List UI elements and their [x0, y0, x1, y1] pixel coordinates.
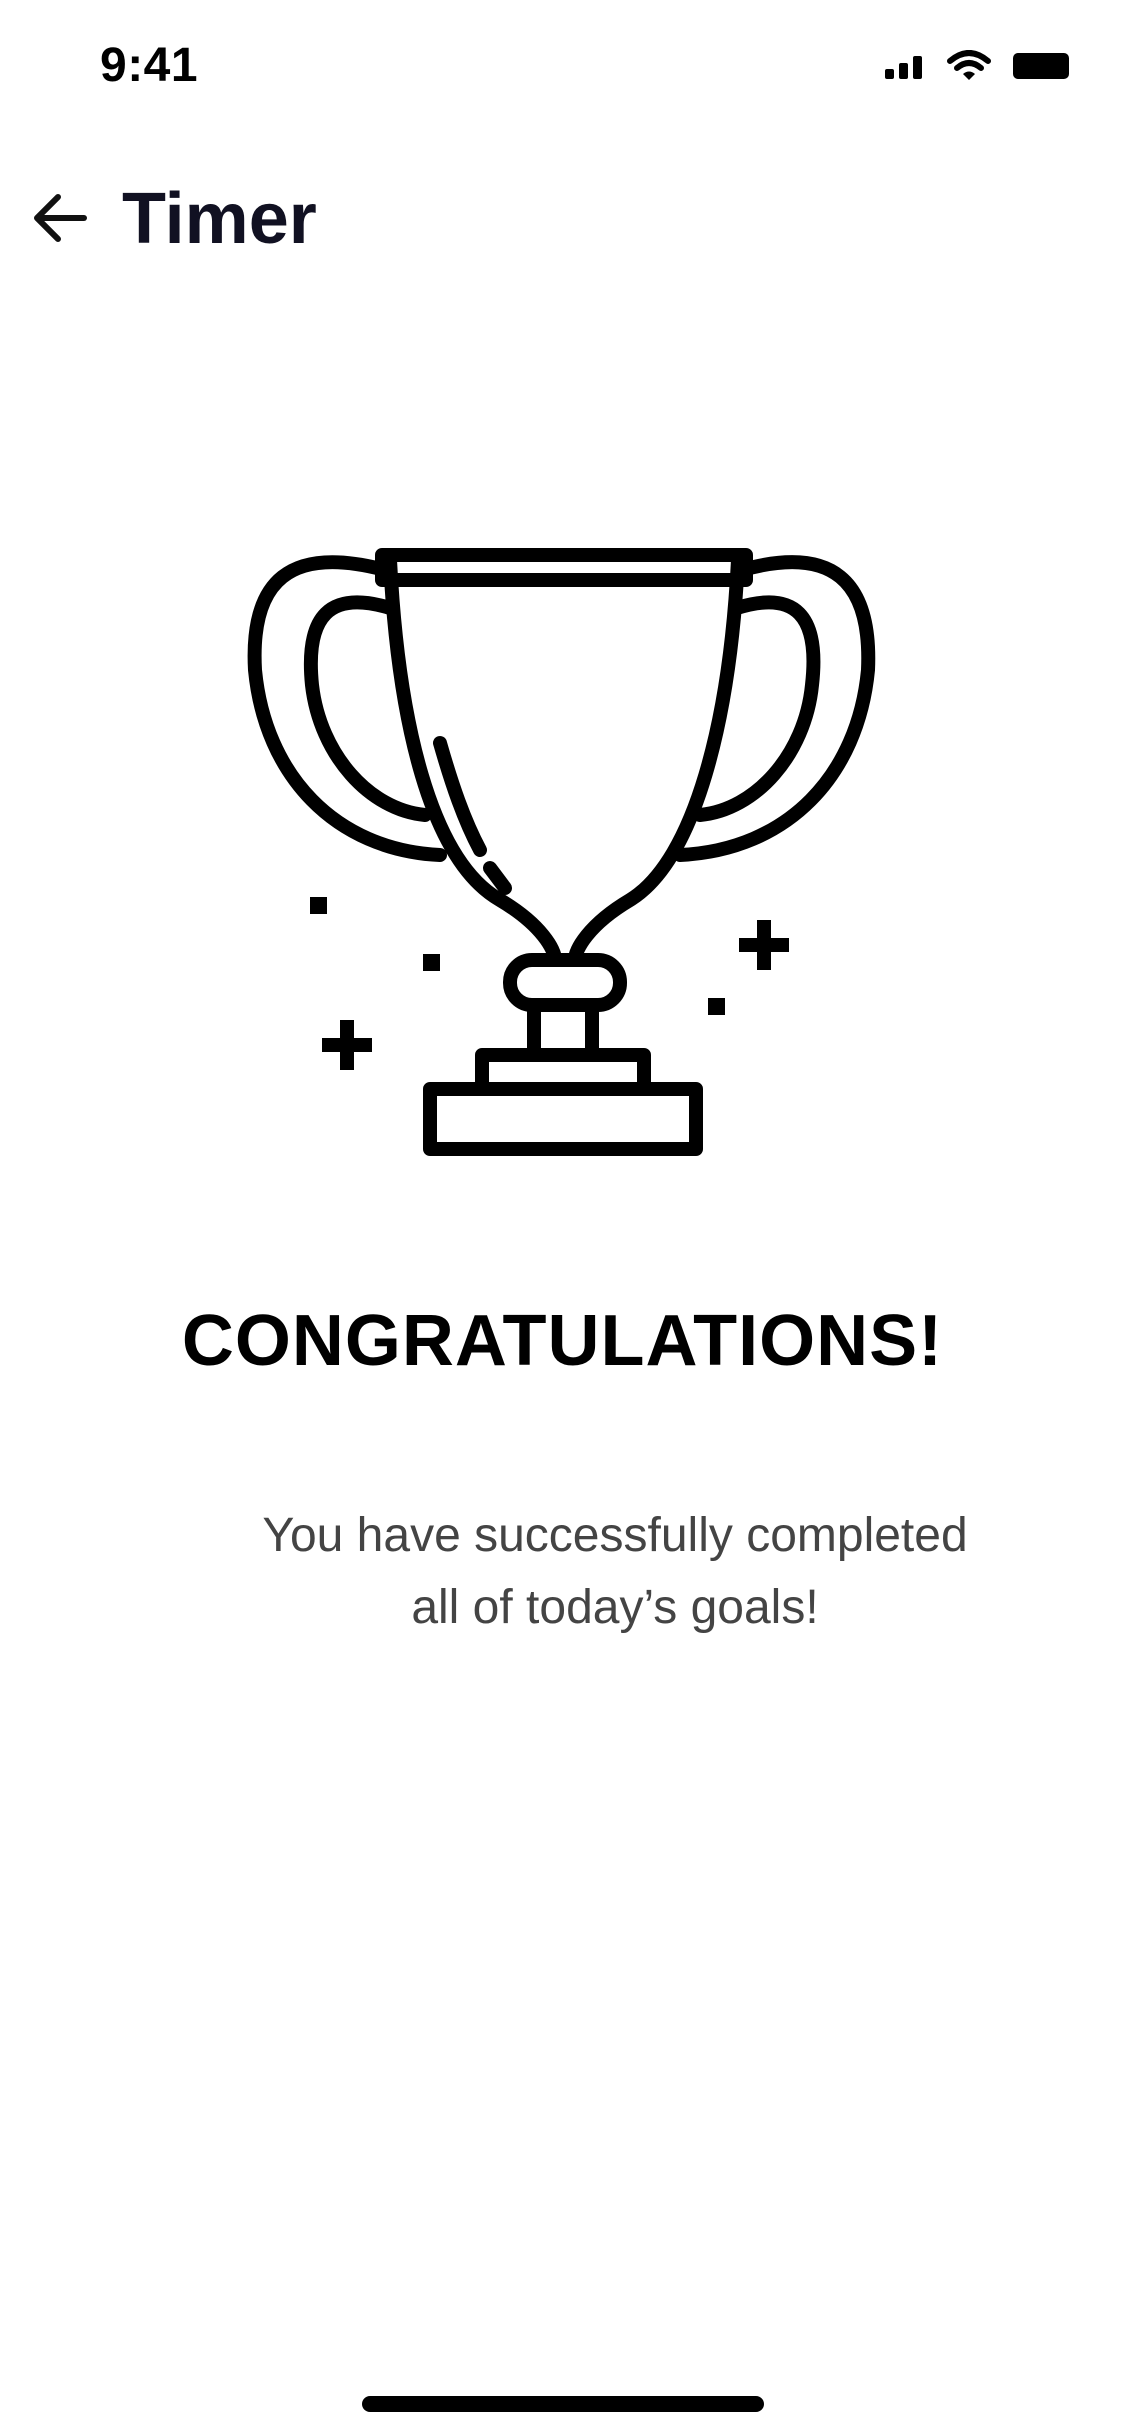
- back-button[interactable]: [28, 188, 92, 252]
- trophy-illustration: [220, 520, 900, 1180]
- page-title: Timer: [122, 179, 317, 259]
- wifi-icon: [947, 50, 991, 87]
- battery-icon: [1013, 51, 1073, 86]
- trophy-icon: [220, 548, 900, 1184]
- status-bar: 9:41: [0, 0, 1125, 140]
- cellular-signal-icon: [885, 53, 925, 84]
- header: Timer: [0, 170, 1125, 280]
- home-indicator[interactable]: [362, 2396, 764, 2412]
- status-icons: [885, 50, 1073, 87]
- congratulations-heading: CONGRATULATIONS!: [181, 1301, 944, 1381]
- status-time: 9:41: [100, 39, 199, 92]
- arrow-left-icon: [32, 193, 88, 248]
- completion-message: You have successfully completed all of t…: [262, 1509, 968, 1634]
